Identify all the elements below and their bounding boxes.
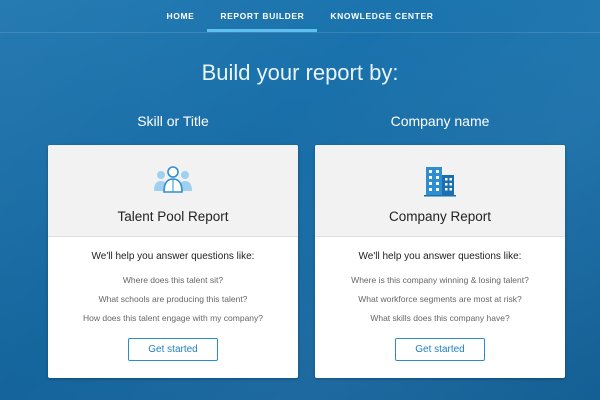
card-title: Company Report xyxy=(388,209,492,224)
card-title: Talent Pool Report xyxy=(117,209,229,224)
page-heading: Build your report by: xyxy=(201,60,399,85)
office-building-icon xyxy=(422,165,458,202)
card-lead-text: We'll help you answer questions like: xyxy=(91,251,255,262)
card-header: Company Report xyxy=(315,145,565,237)
company-card: Company Report We'll help you answer que… xyxy=(315,145,565,378)
nav-knowledge-center[interactable]: KNOWLEDGE CENTER xyxy=(317,0,446,32)
card-question: What workforce segments are most at risk… xyxy=(358,294,522,304)
get-started-company-button[interactable]: Get started xyxy=(395,338,485,361)
card-header: Talent Pool Report xyxy=(48,145,298,237)
card-question: Where does this talent sit? xyxy=(122,275,224,285)
card-question: Where is this company winning & losing t… xyxy=(351,275,529,285)
talent-pool-card: Talent Pool Report We'll help you answer… xyxy=(48,145,298,378)
column-title-skill: Skill or Title xyxy=(137,113,209,129)
card-question: What schools are producing this talent? xyxy=(98,294,248,304)
nav-home[interactable]: HOME xyxy=(154,0,208,32)
card-question: What skills does this company have? xyxy=(370,313,510,323)
top-navigation: HOME REPORT BUILDER KNOWLEDGE CENTER xyxy=(0,0,600,33)
card-question: How does this talent engage with my comp… xyxy=(82,313,263,323)
people-group-icon xyxy=(153,165,193,200)
get-started-talent-button[interactable]: Get started xyxy=(128,338,218,361)
nav-items: HOME REPORT BUILDER KNOWLEDGE CENTER xyxy=(0,0,600,32)
nav-report-builder[interactable]: REPORT BUILDER xyxy=(207,0,318,32)
column-title-company: Company name xyxy=(390,113,490,129)
card-lead-text: We'll help you answer questions like: xyxy=(358,251,522,262)
